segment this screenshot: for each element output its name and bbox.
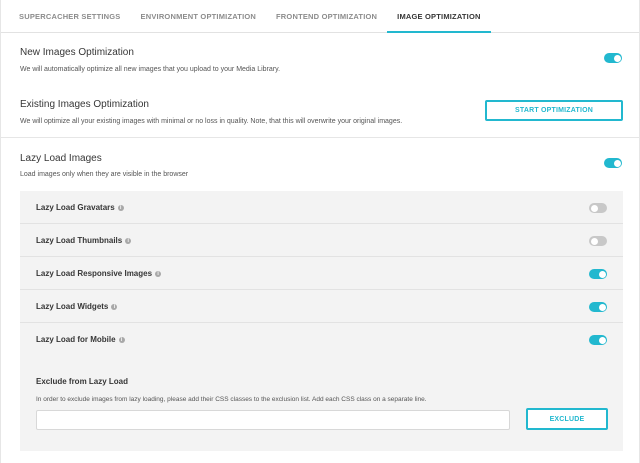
- info-circle-icon[interactable]: i: [125, 237, 132, 244]
- lazy-option-label: Lazy Load Thumbnails i: [36, 236, 132, 245]
- new-images-description: We will automatically optimize all new i…: [20, 66, 281, 73]
- tab-environment-optimization[interactable]: ENVIRONMENT OPTIMIZATION: [131, 0, 267, 32]
- toggle-knob: [590, 204, 598, 212]
- lazy-gravatars-toggle[interactable]: [589, 203, 607, 213]
- info-circle-icon[interactable]: i: [117, 204, 124, 211]
- lazy-option-label: Lazy Load Responsive Images i: [36, 269, 162, 278]
- lazy-option-thumbnails: Lazy Load Thumbnails i: [20, 224, 623, 257]
- existing-images-description: We will optimize all your existing image…: [20, 118, 403, 125]
- lazy-widgets-toggle[interactable]: [589, 302, 607, 312]
- lazy-option-gravatars: Lazy Load Gravatars i: [20, 191, 623, 224]
- start-optimization-button[interactable]: START OPTIMIZATION: [485, 100, 623, 121]
- lazy-load-options-panel: Lazy Load Gravatars i Lazy Load Thumbnail…: [20, 191, 623, 451]
- toggle-knob: [598, 336, 606, 344]
- tab-image-optimization[interactable]: IMAGE OPTIMIZATION: [387, 0, 492, 33]
- lazy-option-responsive-images: Lazy Load Responsive Images i: [20, 257, 623, 290]
- lazy-load-title: Lazy Load Images: [20, 153, 102, 164]
- tab-supercacher-settings[interactable]: SUPERCACHER SETTINGS: [1, 0, 131, 32]
- exclude-button[interactable]: EXCLUDE: [526, 408, 608, 430]
- info-circle-icon[interactable]: i: [155, 270, 162, 277]
- lazy-option-label: Lazy Load for Mobile i: [36, 335, 125, 344]
- existing-images-title: Existing Images Optimization: [20, 99, 149, 110]
- lazy-option-label: Lazy Load Gravatars i: [36, 203, 124, 212]
- new-images-toggle[interactable]: [604, 53, 622, 63]
- section-divider: [1, 137, 639, 138]
- lazy-mobile-toggle[interactable]: [589, 335, 607, 345]
- toggle-knob: [598, 270, 606, 278]
- toggle-knob: [590, 237, 598, 245]
- toggle-knob: [613, 159, 621, 167]
- new-images-title: New Images Optimization: [20, 47, 134, 58]
- lazy-option-mobile: Lazy Load for Mobile i: [20, 323, 623, 356]
- tab-frontend-optimization[interactable]: FRONTEND OPTIMIZATION: [266, 0, 387, 32]
- exclude-title: Exclude from Lazy Load: [36, 377, 129, 386]
- tab-bar: SUPERCACHER SETTINGS ENVIRONMENT OPTIMIZ…: [1, 0, 639, 33]
- lazy-load-toggle[interactable]: [604, 158, 622, 168]
- lazy-thumbnails-toggle[interactable]: [589, 236, 607, 246]
- lazy-option-label: Lazy Load Widgets i: [36, 302, 118, 311]
- info-circle-icon[interactable]: i: [111, 303, 118, 310]
- toggle-knob: [598, 303, 606, 311]
- toggle-knob: [613, 54, 621, 62]
- lazy-load-description: Load images only when they are visible i…: [20, 171, 189, 178]
- lazy-responsive-images-toggle[interactable]: [589, 269, 607, 279]
- info-circle-icon[interactable]: i: [118, 336, 125, 343]
- exclude-classes-input[interactable]: [36, 410, 510, 430]
- exclude-description: In order to exclude images from lazy loa…: [36, 396, 427, 403]
- lazy-option-widgets: Lazy Load Widgets i: [20, 290, 623, 323]
